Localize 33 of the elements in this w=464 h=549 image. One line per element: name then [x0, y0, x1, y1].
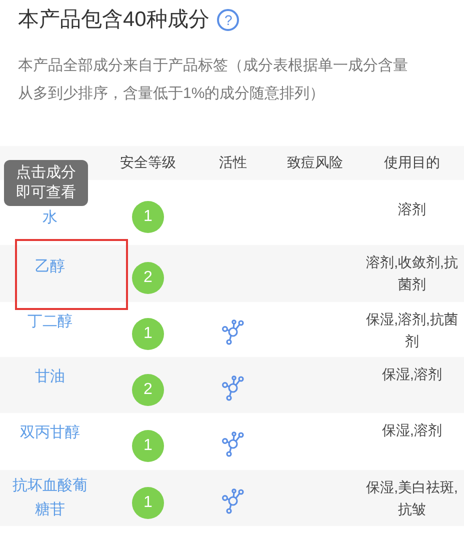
hint-tooltip: 点击成分即可查看: [4, 160, 88, 206]
safety-level: 1: [132, 318, 164, 350]
column-header: 安全等级: [119, 153, 177, 172]
usage-purpose: 溶剂,收敛剂,抗菌剂: [366, 252, 458, 294]
ingredient-row[interactable]: 甘油 2 保湿,溶剂: [0, 356, 464, 412]
ingredient-name[interactable]: 抗坏血酸葡糖苷: [6, 474, 94, 522]
molecule-icon: [221, 431, 245, 457]
molecule-icon: [221, 319, 245, 345]
ingredient-name[interactable]: 丁二醇: [6, 310, 94, 334]
ingredient-name[interactable]: 甘油: [6, 364, 94, 388]
ingredient-name[interactable]: 双丙甘醇: [6, 420, 94, 444]
safety-level: 2: [132, 374, 164, 406]
ingredient-row[interactable]: 抗坏血酸葡糖苷 1 保湿,美白祛斑,抗皱: [0, 470, 464, 526]
safety-level: 2: [132, 262, 164, 294]
usage-purpose: 保湿,溶剂,抗菌剂: [366, 310, 458, 350]
ingredient-name[interactable]: 水: [6, 206, 94, 230]
column-header: 致痘风险: [286, 153, 344, 172]
usage-purpose: 保湿,美白祛斑,抗皱: [366, 478, 458, 518]
safety-level: 1: [132, 201, 164, 233]
molecule-icon: [221, 374, 245, 400]
column-header: 使用目的: [383, 153, 441, 172]
safety-level: 1: [132, 486, 164, 518]
safety-level: 1: [132, 430, 164, 462]
usage-purpose: 保湿,溶剂: [381, 364, 443, 384]
column-header: 活性: [218, 153, 248, 172]
usage-purpose: 保湿,溶剂: [381, 420, 443, 440]
usage-purpose: 溶剂: [397, 200, 427, 218]
description: 本产品全部成分来自于产品标签（成分表根据单一成分含量从多到少排序，含量低于1%的成分随意排列）: [17, 56, 409, 104]
ingredient-row[interactable]: 乙醇 2 溶剂,收敛剂,抗菌剂: [0, 244, 464, 302]
help-icon[interactable]: ?: [217, 8, 240, 31]
molecule-icon: [221, 488, 245, 514]
ingredient-name[interactable]: 乙醇: [6, 254, 94, 278]
section-title: 本产品包含40种成分: [18, 7, 210, 33]
